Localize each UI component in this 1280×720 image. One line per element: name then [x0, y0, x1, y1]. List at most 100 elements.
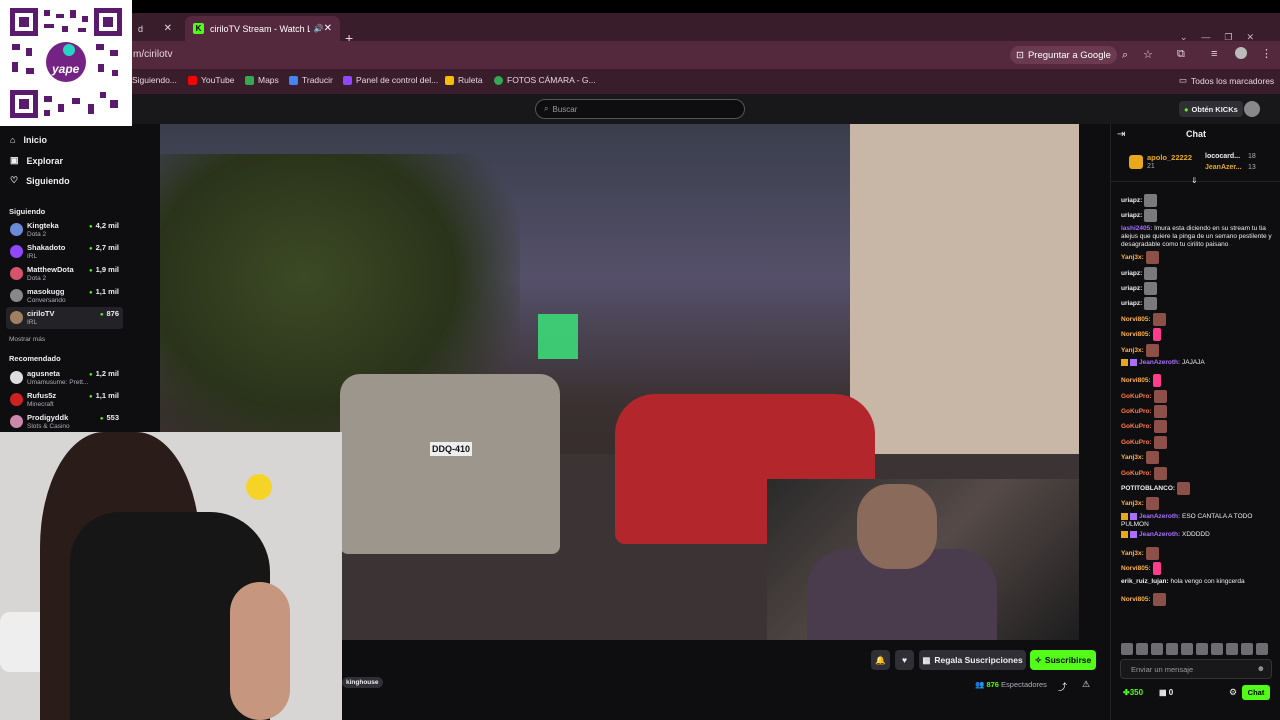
- notification-button[interactable]: 🔔: [871, 650, 890, 670]
- sidebar-channel-masokugg[interactable]: masokuggConversando 1,1 mil: [6, 285, 123, 307]
- bookmark-youtube[interactable]: YouTube: [188, 75, 234, 85]
- chat-username[interactable]: Norvi805:: [1121, 331, 1151, 338]
- chat-username[interactable]: JeanAzeroth:: [1139, 513, 1180, 520]
- all-bookmarks[interactable]: ▭ Todos los marcadores: [1179, 75, 1274, 86]
- chat-username[interactable]: Yanj3x:: [1121, 454, 1144, 461]
- show-more-link[interactable]: Mostrar más: [9, 336, 45, 343]
- zoom-icon[interactable]: ⌕: [1122, 49, 1128, 62]
- subscribe-button[interactable]: ✧ Suscribirse: [1030, 650, 1096, 670]
- sidebar-channel-kingteka[interactable]: KingtekaDota 2 4,2 mil: [6, 219, 123, 241]
- chat-username[interactable]: GoKuPro:: [1121, 424, 1152, 431]
- chat-username[interactable]: uriapz:: [1121, 213, 1142, 220]
- chat-username[interactable]: GoKuPro:: [1121, 408, 1152, 415]
- url-field[interactable]: m/cirilotv: [133, 49, 172, 60]
- bookmark-maps[interactable]: Maps: [245, 75, 279, 85]
- webcam-arm: [230, 582, 290, 720]
- star-icon[interactable]: ☆: [1143, 48, 1153, 61]
- search-input[interactable]: ⌕ Buscar: [535, 99, 745, 119]
- bell-icon: 🔔: [875, 654, 886, 665]
- send-chat-button[interactable]: Chat: [1242, 685, 1270, 700]
- channel-points[interactable]: ✤350: [1123, 688, 1143, 697]
- share-icon[interactable]: ⤴: [1058, 680, 1067, 693]
- chat-username[interactable]: JeanAzeroth:: [1139, 532, 1180, 539]
- emote-icon[interactable]: [1151, 643, 1163, 655]
- chat-username[interactable]: erik_ruiz_lujan:: [1121, 578, 1169, 585]
- chat-message: POTITOBLANCO:: [1121, 482, 1277, 496]
- chat-settings-icon[interactable]: ⚙: [1229, 687, 1237, 698]
- bookmark-panel[interactable]: Panel de control del...: [343, 75, 438, 85]
- menu-icon[interactable]: ⋮: [1261, 47, 1272, 60]
- chat-username[interactable]: GoKuPro:: [1121, 393, 1152, 400]
- emote-icon[interactable]: [1121, 643, 1133, 655]
- emote-icon[interactable]: [1181, 643, 1193, 655]
- channel-name: masokugg: [27, 287, 65, 296]
- emote-icon[interactable]: [1241, 643, 1253, 655]
- get-kicks-button[interactable]: ● Obtén KICKs: [1179, 101, 1243, 117]
- chat-input[interactable]: Enviar un mensaje ☻: [1120, 659, 1272, 679]
- emote-icon: [1153, 435, 1167, 449]
- extensions-icon[interactable]: ⧉: [1177, 48, 1185, 61]
- emote-icon[interactable]: [1256, 643, 1268, 655]
- chat-username[interactable]: Yanj3x:: [1121, 254, 1144, 261]
- expand-leaderboard-icon[interactable]: ⇓: [1191, 176, 1198, 185]
- points-icon: ✤: [1123, 688, 1130, 697]
- chat-username[interactable]: Yanj3x:: [1121, 347, 1144, 354]
- emote-icon: [1152, 562, 1161, 576]
- chat-username[interactable]: lashi2405:: [1121, 225, 1152, 232]
- leader-3-value: 13: [1248, 164, 1256, 171]
- sidebar-channel-rufus5z[interactable]: Rufus5zMinecraft 1,1 mil: [6, 389, 123, 411]
- chat-username[interactable]: GoKuPro:: [1121, 470, 1152, 477]
- chat-username[interactable]: uriapz:: [1121, 270, 1142, 277]
- emote-icon[interactable]: [1226, 643, 1238, 655]
- bookmark-siguiendo[interactable]: Siguiendo...: [132, 75, 177, 85]
- stream-tag[interactable]: kinghouse: [342, 677, 383, 688]
- profile-avatar[interactable]: [1235, 47, 1247, 59]
- bookmark-traducir[interactable]: Traducir: [289, 75, 333, 85]
- close-icon[interactable]: ✕: [324, 23, 332, 34]
- chat-username[interactable]: Yanj3x:: [1121, 550, 1144, 557]
- chat-username[interactable]: JeanAzeroth:: [1139, 359, 1180, 366]
- chat-username[interactable]: POTITOBLANCO:: [1121, 485, 1175, 492]
- chat-username[interactable]: Norvi805:: [1121, 378, 1151, 385]
- nav-siguiendo[interactable]: ♡ Siguiendo: [10, 175, 70, 186]
- bookmark-fotos[interactable]: FOTOS CÁMARA - G...: [494, 75, 596, 85]
- user-avatar[interactable]: [1244, 101, 1260, 117]
- report-icon[interactable]: ⚠: [1082, 679, 1090, 690]
- avatar: [10, 289, 23, 302]
- sidebar-channel-prodigyddk[interactable]: ProdigyddkSlots & Casino 553: [6, 411, 123, 433]
- bookmark-ruleta[interactable]: Ruleta: [445, 75, 483, 85]
- channel-viewers: 1,1 mil: [89, 287, 119, 296]
- chat-message: Yanj3x:: [1121, 343, 1277, 357]
- tab-inactive[interactable]: d ✕: [130, 16, 180, 41]
- chat-username[interactable]: GoKuPro:: [1121, 439, 1152, 446]
- gift-subs-button[interactable]: ▦ Regala Suscripciones: [919, 650, 1026, 670]
- tab-active[interactable]: K ciriloTV Stream - Watch Live 🔊 ✕: [185, 16, 340, 41]
- emote-icon[interactable]: [1136, 643, 1148, 655]
- chat-username[interactable]: uriapz:: [1121, 285, 1142, 292]
- sidebar-channel-agusneta[interactable]: agusnetaUmamusume: Prett...1,2 mil: [6, 367, 123, 389]
- sidebar-channel-cirilotv[interactable]: ciriloTVIRL 876: [6, 307, 123, 329]
- sidebar-channel-shakadoto[interactable]: ShakadotoIRL 2,7 mil: [6, 241, 123, 263]
- speaker-icon[interactable]: 🔊: [314, 24, 324, 33]
- leader-3-name: JeanAzer...: [1205, 164, 1242, 171]
- chat-message: Norvi805:: [1121, 328, 1277, 342]
- chat-username[interactable]: Norvi805:: [1121, 316, 1151, 323]
- emote-icon[interactable]: [1166, 643, 1178, 655]
- channel-name: Rufus5z: [27, 391, 57, 400]
- ask-google-button[interactable]: ⊡ Preguntar a Google: [1010, 46, 1117, 64]
- media-icon[interactable]: ≡: [1211, 48, 1217, 60]
- follow-button[interactable]: ♥: [895, 650, 914, 670]
- nav-inicio[interactable]: ⌂ Inicio: [10, 135, 47, 145]
- chat-username[interactable]: Norvi805:: [1121, 565, 1151, 572]
- chat-username[interactable]: uriapz:: [1121, 301, 1142, 308]
- gift-count[interactable]: ▦ 0: [1159, 688, 1173, 697]
- sidebar-channel-matthewdota[interactable]: MatthewDotaDota 2 1,9 mil: [6, 263, 123, 285]
- emoji-picker-icon[interactable]: ☻: [1257, 664, 1265, 673]
- emote-icon[interactable]: [1211, 643, 1223, 655]
- chat-username[interactable]: uriapz:: [1121, 197, 1142, 204]
- emote-icon[interactable]: [1196, 643, 1208, 655]
- nav-explorar[interactable]: ▣ Explorar: [10, 155, 63, 166]
- chat-username[interactable]: Norvi805:: [1121, 596, 1151, 603]
- chat-username[interactable]: Yanj3x:: [1121, 501, 1144, 508]
- close-icon[interactable]: ✕: [164, 23, 172, 34]
